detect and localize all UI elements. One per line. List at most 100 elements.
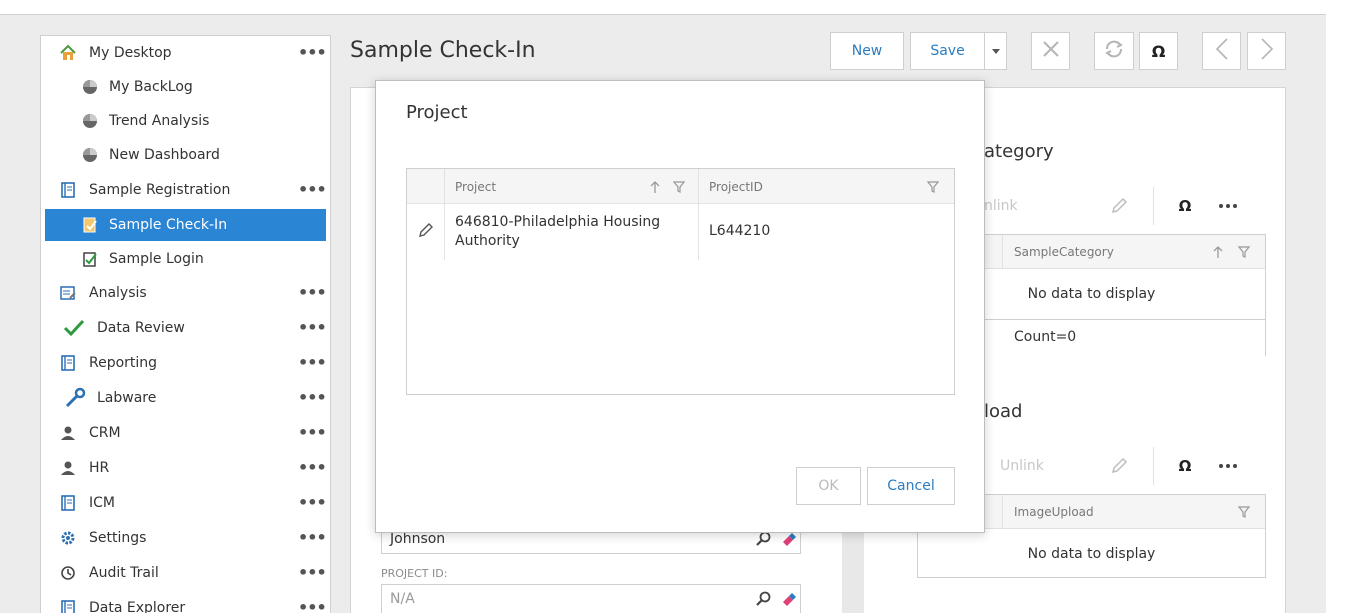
sidebar-item-crm[interactable]: CRM ••• — [45, 417, 327, 449]
sidebar-item-sample-registration[interactable]: Sample Registration ••• — [45, 174, 327, 206]
omega-button[interactable]: Ω — [1173, 454, 1197, 478]
pie-chart-icon — [81, 146, 99, 164]
sort-asc-icon[interactable] — [650, 169, 660, 204]
more-options-icon[interactable]: ••• — [298, 320, 327, 336]
filter-icon[interactable] — [673, 169, 685, 204]
omega-button[interactable]: Ω — [1139, 32, 1178, 70]
column-header-image-upload[interactable]: ImageUpload — [1014, 495, 1094, 529]
save-button[interactable]: Save — [910, 32, 985, 70]
more-options-icon[interactable]: ••• — [298, 600, 327, 613]
toolbar-separator — [1153, 447, 1154, 485]
sidebar-item-new-dashboard[interactable]: New Dashboard — [45, 139, 326, 171]
table-row[interactable]: 646810-Philadelphia Housing Authority L6… — [407, 204, 954, 260]
pencil-icon[interactable] — [1107, 194, 1131, 218]
filter-icon[interactable] — [1238, 495, 1250, 529]
sidebar-item-label: New Dashboard — [109, 147, 220, 163]
unlink-link[interactable]: Unlink — [1000, 458, 1044, 474]
more-options-icon[interactable]: ••• — [298, 425, 327, 441]
edit-row-button[interactable] — [407, 204, 445, 260]
dialog-title: Project — [406, 102, 468, 123]
sidebar-item-label: My Desktop — [89, 45, 172, 61]
sidebar-item-label: Labware — [97, 390, 157, 406]
sidebar-item-hr[interactable]: HR ••• — [45, 452, 327, 484]
save-dropdown-button[interactable] — [984, 32, 1007, 70]
upload-section-title: load — [984, 401, 1023, 422]
sort-asc-icon[interactable] — [1213, 235, 1223, 269]
search-icon[interactable] — [752, 587, 776, 611]
sidebar-item-label: Sample Check-In — [109, 217, 228, 233]
sidebar-item-my-backlog[interactable]: My BackLog — [45, 71, 326, 103]
column-header-project-id[interactable]: ProjectID — [709, 169, 763, 204]
sidebar-item-label: HR — [89, 460, 110, 476]
clipboard-check-icon — [81, 250, 99, 268]
new-button[interactable]: New — [830, 32, 904, 70]
sidebar-item-label: CRM — [89, 425, 121, 441]
category-section-title: ategory — [984, 141, 1054, 162]
more-options-icon[interactable]: ••• — [298, 182, 327, 198]
filter-icon[interactable] — [1238, 235, 1250, 269]
column-header-project[interactable]: Project — [455, 169, 496, 204]
eraser-icon[interactable] — [777, 587, 801, 611]
column-divider — [698, 169, 699, 204]
grid-header: Project ProjectID — [407, 169, 954, 204]
contact-value: Johnson — [390, 531, 446, 547]
sidebar-item-settings[interactable]: Settings ••• — [45, 522, 327, 554]
sidebar-item-label: Analysis — [89, 285, 147, 301]
book-icon — [59, 181, 77, 199]
pie-chart-icon — [81, 112, 99, 130]
right-edge-strip — [1326, 0, 1360, 613]
filter-icon[interactable] — [927, 169, 939, 204]
more-options-icon[interactable] — [1216, 454, 1240, 478]
top-bar — [0, 0, 1326, 15]
ok-button[interactable]: OK — [796, 467, 861, 505]
pencil-icon — [418, 222, 434, 242]
sidebar-item-label: Sample Registration — [89, 182, 231, 198]
more-options-icon[interactable]: ••• — [298, 390, 327, 406]
more-options-icon[interactable]: ••• — [298, 495, 327, 511]
sidebar-item-data-review[interactable]: Data Review ••• — [45, 312, 327, 344]
sidebar-item-reporting[interactable]: Reporting ••• — [45, 347, 327, 379]
pie-chart-icon — [81, 78, 99, 96]
checkin-icon — [81, 216, 99, 234]
chevron-right-icon — [1260, 37, 1274, 65]
book-icon — [59, 494, 77, 512]
sidebar-item-icm[interactable]: ICM ••• — [45, 487, 327, 519]
sidebar-item-my-desktop[interactable]: My Desktop ••• — [45, 37, 327, 69]
more-options-icon[interactable]: ••• — [298, 565, 327, 581]
more-options-icon[interactable]: ••• — [298, 285, 327, 301]
close-button[interactable] — [1031, 32, 1070, 70]
unlink-link[interactable]: nlink — [984, 198, 1018, 214]
pencil-icon[interactable] — [1107, 454, 1131, 478]
project-name-line: Authority — [455, 233, 520, 249]
column-header-sample-category[interactable]: SampleCategory — [1014, 235, 1114, 269]
project-name-line: 646810-Philadelphia Housing — [455, 214, 661, 230]
sidebar-item-analysis[interactable]: Analysis ••• — [45, 277, 327, 309]
next-button[interactable] — [1247, 32, 1286, 70]
more-options-icon[interactable]: ••• — [298, 530, 327, 546]
project-grid: Project ProjectID 646810-Philadelphia Ho… — [406, 168, 955, 395]
more-options-icon[interactable]: ••• — [298, 45, 327, 61]
sidebar-item-sample-check-in[interactable]: Sample Check-In — [45, 209, 326, 241]
sidebar-item-sample-login[interactable]: Sample Login — [45, 243, 326, 275]
book-icon — [59, 599, 77, 613]
sidebar-item-label: Settings — [89, 530, 147, 546]
sidebar-item-trend-analysis[interactable]: Trend Analysis — [45, 105, 326, 137]
chevron-left-icon — [1215, 37, 1229, 65]
refresh-button[interactable] — [1094, 32, 1134, 70]
more-options-icon[interactable]: ••• — [298, 460, 327, 476]
more-options-icon[interactable]: ••• — [298, 355, 327, 371]
sidebar-item-labware[interactable]: Labware ••• — [45, 382, 327, 414]
previous-button[interactable] — [1202, 32, 1241, 70]
sidebar-item-label: Reporting — [89, 355, 158, 371]
sidebar-nav: My Desktop ••• My BackLog Trend Analysis… — [40, 35, 331, 613]
page-title: Sample Check-In — [350, 38, 536, 63]
home-icon — [59, 44, 77, 62]
sidebar-item-data-explorer[interactable]: Data Explorer ••• — [45, 592, 327, 613]
sidebar-item-label: Trend Analysis — [109, 113, 210, 129]
sidebar-item-audit-trail[interactable]: Audit Trail ••• — [45, 557, 327, 589]
omega-button[interactable]: Ω — [1173, 194, 1197, 218]
more-options-icon[interactable] — [1216, 194, 1240, 218]
cancel-button[interactable]: Cancel — [867, 467, 955, 505]
project-id-field[interactable]: N/A — [381, 584, 801, 613]
column-divider — [698, 204, 699, 260]
